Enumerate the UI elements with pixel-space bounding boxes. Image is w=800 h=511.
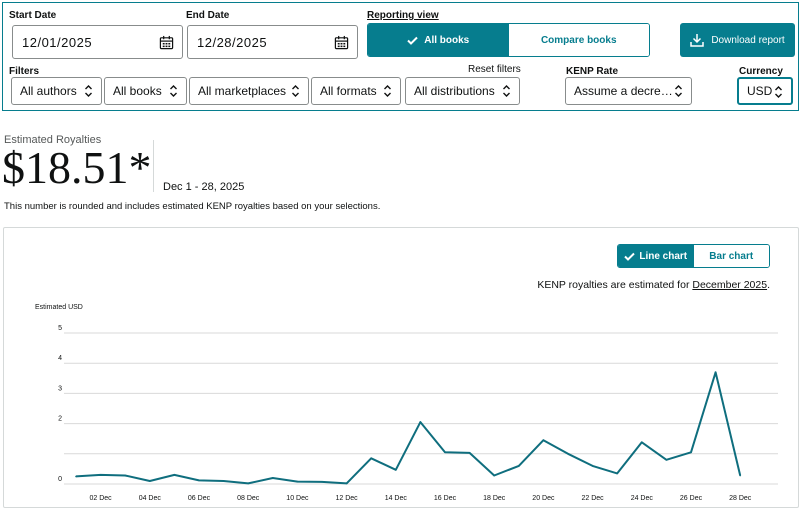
data-point <box>714 371 717 374</box>
data-point <box>468 452 471 454</box>
x-tick-label: 28 Dec <box>729 495 752 502</box>
data-point <box>149 480 151 482</box>
data-point <box>690 451 692 454</box>
data-point <box>75 475 77 478</box>
data-point <box>247 482 249 485</box>
data-point <box>419 421 422 423</box>
x-tick-label: 06 Dec <box>188 495 211 502</box>
data-point <box>493 474 496 477</box>
y-tick-label: 4 <box>58 355 62 362</box>
y-tick-label: 5 <box>58 325 62 332</box>
data-point <box>370 457 373 460</box>
x-tick-label: 20 Dec <box>532 495 555 502</box>
data-point <box>591 465 594 467</box>
data-point <box>345 482 348 485</box>
x-tick-label: 26 Dec <box>680 495 703 502</box>
data-point <box>542 439 545 442</box>
data-point <box>739 474 741 477</box>
data-point <box>395 469 397 471</box>
y-tick-label: 0 <box>58 476 62 483</box>
x-tick-label: 18 Dec <box>483 495 506 502</box>
x-tick-label: 12 Dec <box>336 495 359 502</box>
data-point <box>173 474 176 476</box>
data-point <box>641 441 643 444</box>
x-tick-label: 08 Dec <box>237 495 260 502</box>
y-tick-label: 3 <box>58 385 62 392</box>
y-tick-label: 2 <box>58 416 62 423</box>
x-tick-label: 16 Dec <box>434 495 457 502</box>
data-point <box>124 474 126 477</box>
data-point <box>222 480 225 482</box>
data-point <box>99 474 102 476</box>
data-point <box>616 472 618 475</box>
data-point <box>567 453 569 455</box>
data-point <box>665 459 668 461</box>
data-point <box>198 479 200 482</box>
x-tick-label: 04 Dec <box>139 495 162 502</box>
data-point <box>518 465 520 467</box>
x-tick-label: 24 Dec <box>631 495 654 502</box>
data-point <box>296 480 299 483</box>
y-axis-label: Estimated USD <box>35 304 83 311</box>
data-point <box>321 481 323 483</box>
data-point <box>444 451 446 454</box>
x-tick-label: 22 Dec <box>582 495 605 502</box>
x-tick-label: 14 Dec <box>385 495 408 502</box>
data-point <box>272 477 274 479</box>
x-tick-label: 02 Dec <box>90 495 113 502</box>
royalties-line-chart: Estimated USD 0 2 3 4 5 02 Dec 04 Dec 06 Dec 08 D… <box>35 304 778 502</box>
series-line <box>75 371 742 485</box>
x-tick-label: 10 Dec <box>286 495 309 502</box>
